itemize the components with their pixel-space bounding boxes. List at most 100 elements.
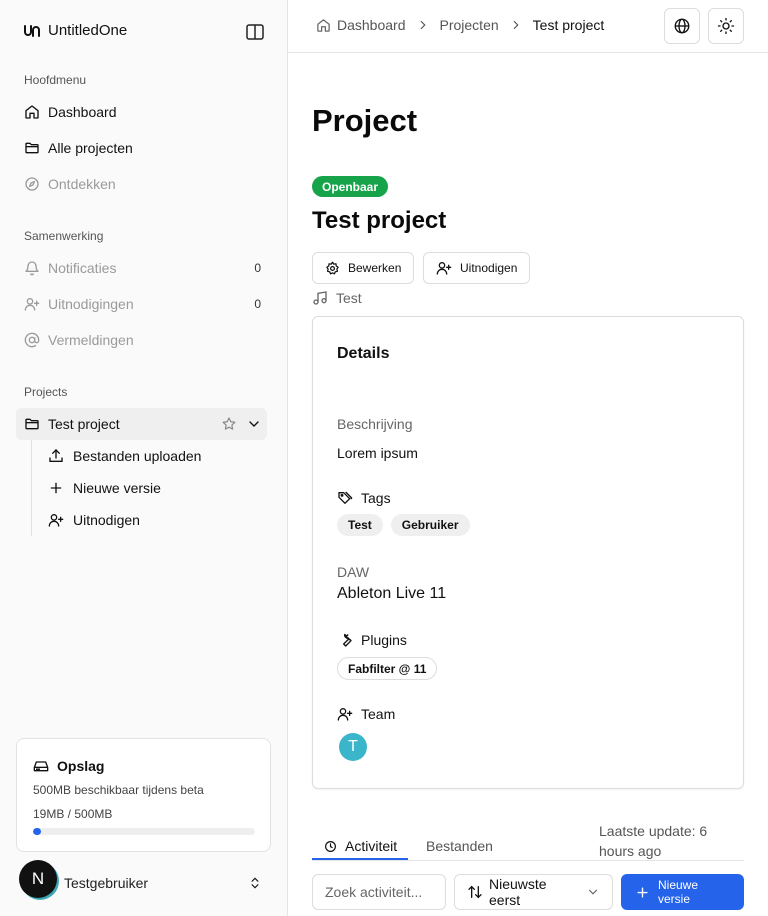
chevrons-up-down-icon — [248, 875, 262, 891]
language-button[interactable] — [664, 8, 700, 44]
search-input[interactable] — [312, 874, 446, 910]
description-value: Lorem ipsum — [337, 445, 418, 461]
user-plus-icon — [48, 512, 64, 528]
wrench-icon — [337, 632, 353, 648]
sidebar-item-dashboard[interactable]: Dashboard — [16, 96, 272, 128]
storage-card: Opslag 500MB beschikbaar tijdens beta 19… — [16, 738, 271, 852]
sidebar-item-label: Uitnodigingen — [48, 296, 134, 312]
tab-files[interactable]: Bestanden — [426, 832, 493, 860]
genre: Test — [312, 290, 362, 306]
home-icon — [24, 104, 40, 120]
edit-button[interactable]: Bewerken — [312, 252, 415, 284]
sidebar-item-label: Ontdekken — [48, 176, 116, 192]
new-version-label: Nieuwe versie — [658, 878, 699, 906]
tag-icon — [337, 490, 353, 506]
breadcrumb: Dashboard Projecten Test project — [316, 17, 604, 33]
user-plus-icon — [337, 706, 353, 722]
new-version-button[interactable]: Nieuwe versie — [621, 874, 744, 910]
globe-icon — [673, 17, 691, 35]
tag-list: Test Gebruiker — [337, 514, 470, 536]
sidebar-item-test-project[interactable]: Test project — [16, 408, 267, 440]
sidebar-item-all-projects[interactable]: Alle projecten — [16, 132, 272, 164]
sort-select[interactable]: Nieuwste eerst — [454, 874, 613, 910]
tag-chip: Gebruiker — [390, 514, 470, 536]
user-menu[interactable]: N Testgebruiker — [16, 858, 272, 906]
upload-icon — [48, 448, 64, 464]
sidebar: UntitledOne Hoofdmenu Dashboard Alle pro… — [0, 0, 288, 916]
plugin-chip: Fabfilter @ 11 — [337, 657, 438, 680]
main-content: Project Openbaar Test project Bewerken U… — [288, 53, 768, 916]
sidebar-item-label: Vermeldingen — [48, 332, 134, 348]
sidebar-subitem-upload[interactable]: Bestanden uploaden — [48, 440, 201, 472]
group-label-main: Hoofdmenu — [24, 73, 87, 87]
gear-icon — [325, 261, 340, 276]
hard-drive-icon — [33, 758, 49, 774]
plus-icon — [635, 885, 650, 900]
sidebar-item-discover[interactable]: Ontdekken — [16, 168, 272, 200]
tab-label: Activiteit — [345, 838, 398, 854]
chevron-right-icon — [509, 18, 523, 32]
tag-chip: Test — [337, 514, 383, 536]
invite-button[interactable]: Uitnodigen — [423, 252, 531, 284]
subitems-divider — [31, 440, 32, 536]
sidebar-item-label: Dashboard — [48, 104, 117, 120]
sidebar-item-invitations[interactable]: Uitnodigingen 0 — [16, 288, 272, 320]
group-label-projects: Projects — [24, 385, 68, 399]
page-title: Project — [312, 103, 418, 138]
user-plus-icon — [436, 260, 452, 276]
sidebar-subitem-invite[interactable]: Uitnodigen — [48, 504, 140, 536]
project-name: Test project — [312, 207, 447, 234]
invite-button-label: Uitnodigen — [460, 261, 518, 275]
team-label: Team — [337, 706, 395, 722]
sidebar-subitem-new-version[interactable]: Nieuwe versie — [48, 472, 161, 504]
brand[interactable]: UntitledOne — [24, 22, 127, 39]
sidebar-toggle-button[interactable] — [245, 23, 265, 41]
folder-icon — [24, 140, 40, 156]
bell-icon — [24, 260, 40, 276]
storage-progress-fill — [33, 828, 42, 835]
sidebar-item-mentions[interactable]: Vermeldingen — [16, 324, 272, 356]
storage-progress-bar — [33, 828, 255, 835]
folder-icon — [24, 416, 40, 432]
tags-label: Tags — [337, 490, 391, 506]
user-name: Testgebruiker — [64, 875, 149, 891]
description-label: Beschrijving — [337, 416, 413, 432]
breadcrumb-current: Test project — [532, 17, 605, 33]
plugins-label: Plugins — [337, 632, 407, 648]
app-name: UntitledOne — [48, 22, 128, 39]
clock-icon — [324, 840, 337, 853]
notifications-count: 0 — [254, 261, 261, 275]
panel-left-icon — [246, 24, 264, 40]
edit-button-label: Bewerken — [348, 261, 402, 275]
daw-value: Ableton Live 11 — [337, 585, 447, 602]
sidebar-subitem-label: Uitnodigen — [73, 512, 140, 528]
storage-title: Opslag — [33, 758, 104, 774]
details-card: Details Beschrijving Lorem ipsum Tags Te… — [312, 316, 744, 789]
user-plus-icon — [24, 296, 40, 312]
compass-icon — [24, 176, 40, 192]
sort-label: Nieuwste eerst — [489, 876, 547, 908]
plus-icon — [48, 480, 64, 496]
chevron-down-icon — [586, 885, 600, 899]
avatar[interactable]: T — [339, 733, 367, 761]
details-title: Details — [337, 345, 390, 362]
genre-label: Test — [336, 290, 362, 306]
star-icon[interactable] — [221, 416, 237, 432]
sidebar-item-notifications[interactable]: Notificaties 0 — [16, 252, 272, 284]
home-icon — [316, 18, 331, 33]
breadcrumb-dashboard[interactable]: Dashboard — [337, 17, 406, 33]
tab-activity[interactable]: Activiteit — [324, 832, 397, 860]
daw-label: DAW — [337, 564, 370, 580]
sort-arrows-icon — [467, 884, 483, 900]
visibility-badge: Openbaar — [312, 176, 389, 197]
chevron-down-icon[interactable] — [246, 416, 262, 432]
sidebar-item-label: Alle projecten — [48, 140, 133, 156]
theme-toggle-button[interactable] — [708, 8, 744, 44]
storage-usage: 19MB / 500MB — [33, 807, 113, 821]
sun-icon — [717, 17, 735, 35]
group-label-collab: Samenwerking — [24, 229, 104, 243]
breadcrumb-projects[interactable]: Projecten — [440, 17, 499, 33]
sidebar-subitem-label: Bestanden uploaden — [73, 448, 202, 464]
storage-description: 500MB beschikbaar tijdens beta — [33, 783, 204, 797]
sidebar-item-label: Test project — [48, 416, 120, 432]
